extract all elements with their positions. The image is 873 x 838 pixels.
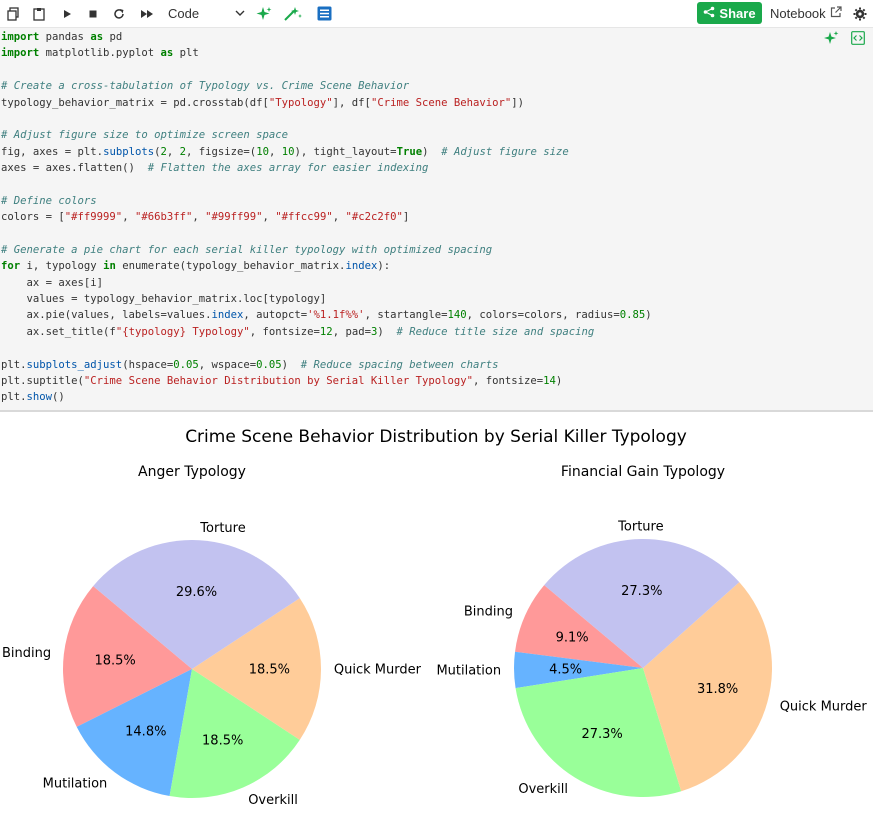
code-line: import pandas as pd [1, 31, 123, 43]
pie-chart-anger: Anger Typology 18.5% Binding 14.8% Mutilati… [2, 464, 422, 808]
code-line: ax.set_title(f"{typology} Typology", fon… [1, 325, 595, 338]
pie-chart-financial-gain: Financial Gain Typology 9.1% Binding 4.5% M… [436, 464, 867, 797]
pie-pct-label-financial-gain: 27.3% [581, 727, 622, 742]
pie-pct-label-financial-gain: 31.8% [697, 682, 738, 697]
cell-type-select[interactable]: Code [168, 4, 246, 23]
share-button[interactable]: Share [697, 2, 762, 24]
ai-assist-icon[interactable] [823, 30, 839, 50]
pie-pct-label-anger: 29.6% [176, 585, 217, 600]
pie-pct-label-financial-gain: 9.1% [556, 631, 589, 646]
pie-category-label-financial-gain: Mutilation [436, 664, 501, 679]
pie-pct-label-financial-gain: 27.3% [621, 584, 662, 599]
code-line: # Generate a pie chart for each serial k… [1, 243, 493, 256]
code-editor[interactable]: import pandas as pd import matplotlib.pyp… [1, 29, 652, 406]
pie-category-label-anger: Binding [2, 646, 51, 661]
settings-gear-icon[interactable] [851, 4, 869, 23]
code-line: axes = axes.flatten() # Flatten the axes… [1, 162, 429, 174]
code-toggle-icon[interactable] [851, 30, 865, 50]
code-line: ​ [1, 62, 652, 78]
code-line: plt.subplots_adjust(hspace=0.05, wspace=… [1, 358, 499, 371]
chevron-down-icon [234, 6, 246, 21]
code-line: # Define colors [1, 194, 97, 207]
code-line: colors = ["#ff9999", "#66b3ff", "#99ff99… [1, 211, 410, 224]
pie-pct-label-anger: 18.5% [94, 654, 135, 669]
cell-actions [823, 30, 865, 50]
stop-icon[interactable] [84, 4, 102, 23]
cell-type-value: Code [168, 6, 200, 21]
pie-pct-label-anger: 14.8% [125, 725, 166, 740]
code-line: plt.suptitle("Crime Scene Behavior Distr… [1, 374, 563, 387]
copy-icon[interactable] [4, 4, 22, 23]
table-of-contents-icon[interactable] [315, 4, 333, 23]
code-line: fig, axes = plt.subplots(2, 2, figsize=(… [1, 145, 569, 158]
code-line: # Create a cross-tabulation of Typology … [1, 80, 410, 93]
ai-sparkle-icon[interactable] [254, 4, 274, 23]
share-label: Share [719, 5, 756, 21]
pie-title-financial-gain: Financial Gain Typology [561, 464, 725, 480]
code-line: typology_behavior_matrix = pd.crosstab(d… [1, 96, 525, 109]
pie-pct-label-financial-gain: 4.5% [549, 663, 582, 678]
pie-category-label-financial-gain: Torture [617, 520, 663, 535]
pie-title-anger: Anger Typology [138, 464, 246, 480]
pie-category-label-financial-gain: Overkill [518, 782, 568, 797]
pie-category-label-anger: Quick Murder [334, 663, 422, 678]
external-link-icon [830, 6, 842, 21]
notebook-link[interactable]: Notebook [770, 4, 842, 23]
pie-figure: Crime Scene Behavior Distribution by Ser… [2, 427, 867, 808]
code-line: ax.pie(values, labels=values.index, auto… [1, 309, 652, 322]
pie-pct-label-anger: 18.5% [202, 734, 243, 749]
code-line: plt.show() [1, 391, 65, 404]
notebook-label: Notebook [770, 6, 826, 21]
pie-pct-label-anger: 18.5% [249, 663, 290, 678]
run-all-icon[interactable] [137, 4, 157, 23]
code-line: ax = axes[i] [1, 276, 104, 289]
share-icon [703, 6, 715, 21]
restart-icon[interactable] [110, 4, 128, 23]
notebook-toolbar: Code Share Notebook [0, 0, 873, 28]
cell-output: Crime Scene Behavior Distribution by Ser… [0, 414, 873, 834]
code-line: ​ [1, 226, 652, 242]
code-line: values = typology_behavior_matrix.loc[ty… [1, 293, 327, 305]
code-cell[interactable]: import pandas as pd import matplotlib.pyp… [0, 28, 873, 412]
code-line: for i, typology in enumerate(typology_be… [1, 260, 391, 273]
code-line: ​ [1, 340, 652, 356]
pie-category-label-anger: Mutilation [43, 776, 108, 791]
figure-suptitle: Crime Scene Behavior Distribution by Ser… [185, 427, 687, 447]
run-icon[interactable] [58, 4, 76, 23]
pie-category-label-financial-gain: Binding [464, 605, 513, 620]
pie-category-label-anger: Overkill [248, 793, 298, 808]
pie-category-label-anger: Torture [199, 521, 245, 536]
code-line: # Adjust figure size to optimize screen … [1, 129, 289, 142]
ai-magic-icon[interactable] [282, 4, 304, 23]
code-line: ​ [1, 176, 652, 192]
code-line: ​ [1, 111, 652, 127]
code-line: import matplotlib.pyplot as plt [1, 47, 199, 60]
pie-category-label-financial-gain: Quick Murder [780, 700, 868, 715]
paste-icon[interactable] [30, 4, 48, 23]
